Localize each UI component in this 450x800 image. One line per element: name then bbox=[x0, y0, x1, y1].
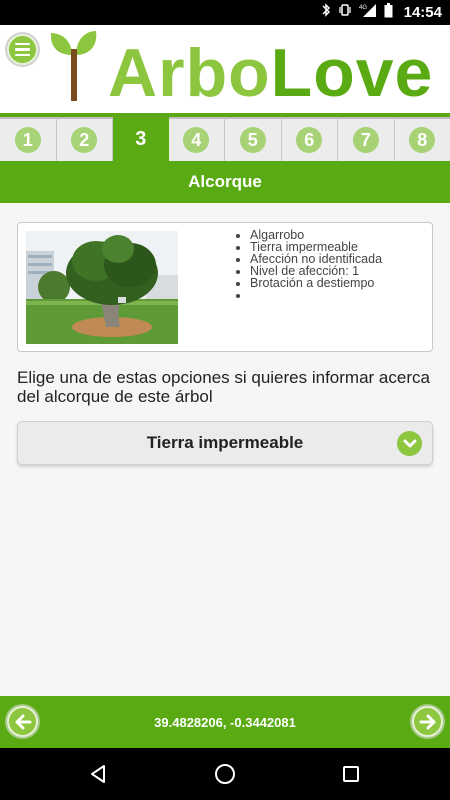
recents-square-icon bbox=[343, 766, 359, 782]
signal-icon: 4G bbox=[359, 3, 377, 22]
step-tab-4[interactable]: 4 bbox=[168, 117, 225, 161]
tree-photo bbox=[26, 231, 178, 344]
vibrate-icon bbox=[338, 3, 352, 22]
step-number: 4 bbox=[183, 127, 210, 153]
step-number: 3 bbox=[135, 127, 147, 150]
app-logo: ArboLove bbox=[108, 33, 433, 113]
bottom-bar: 39.4828206, -0.3442081 bbox=[0, 696, 450, 748]
battery-icon bbox=[384, 2, 393, 23]
back-triangle-icon bbox=[91, 765, 105, 783]
chevron-down-icon bbox=[397, 431, 422, 456]
home-circle-icon bbox=[215, 764, 235, 784]
status-bar: 4G 14:54 bbox=[0, 0, 450, 25]
select-value: Tierra impermeable bbox=[146, 433, 304, 452]
back-nav-button[interactable] bbox=[85, 761, 111, 787]
status-icons: 4G 14:54 bbox=[321, 0, 442, 25]
step-tab-6[interactable]: 6 bbox=[281, 117, 338, 161]
bluetooth-icon bbox=[321, 3, 331, 22]
menu-button[interactable] bbox=[7, 34, 38, 65]
step-tab-1[interactable]: 1 bbox=[0, 117, 57, 161]
tree-logo-icon bbox=[48, 29, 100, 108]
option-select[interactable]: Tierra impermeable bbox=[17, 421, 433, 465]
arrow-left-icon bbox=[15, 714, 31, 729]
section-title: Alcorque bbox=[0, 161, 450, 203]
tree-details-list: Algarrobo Tierra impermeable Afección no… bbox=[236, 229, 382, 301]
logo-text-love: Love bbox=[270, 35, 434, 111]
arrow-right-icon bbox=[419, 714, 435, 729]
coordinates-text: 39.4828206, -0.3442081 bbox=[154, 714, 296, 730]
app-header: ArboLove bbox=[0, 25, 450, 113]
next-button[interactable] bbox=[412, 706, 443, 737]
hamburger-menu-icon bbox=[15, 42, 30, 46]
step-tab-7[interactable]: 7 bbox=[338, 117, 395, 161]
previous-button[interactable] bbox=[7, 706, 38, 737]
step-tab-2[interactable]: 2 bbox=[56, 117, 113, 161]
instructions-text: Elige una de estas opciones si quieres i… bbox=[17, 368, 430, 406]
step-tab-3[interactable]: 3 bbox=[113, 117, 169, 161]
step-number: 1 bbox=[14, 127, 41, 153]
step-tab-8[interactable]: 8 bbox=[394, 117, 450, 161]
tree-sprouting: Brotación a destiempo bbox=[250, 277, 382, 290]
svg-text:4G: 4G bbox=[359, 5, 367, 11]
status-time: 14:54 bbox=[403, 4, 442, 21]
recents-nav-button[interactable] bbox=[338, 761, 364, 787]
tree-detail-empty bbox=[250, 289, 382, 301]
step-number: 2 bbox=[71, 127, 98, 153]
step-tabs: 1 2 3 4 5 6 7 8 bbox=[0, 117, 450, 161]
step-number: 6 bbox=[296, 127, 323, 153]
step-number: 5 bbox=[239, 127, 266, 153]
android-nav-bar bbox=[0, 748, 450, 800]
home-nav-button[interactable] bbox=[212, 761, 238, 787]
step-number: 7 bbox=[352, 127, 379, 153]
step-number: 8 bbox=[409, 127, 436, 153]
tree-card: Algarrobo Tierra impermeable Afección no… bbox=[17, 222, 433, 352]
logo-text-arbo: Arbo bbox=[108, 35, 271, 111]
step-tab-5[interactable]: 5 bbox=[225, 117, 282, 161]
